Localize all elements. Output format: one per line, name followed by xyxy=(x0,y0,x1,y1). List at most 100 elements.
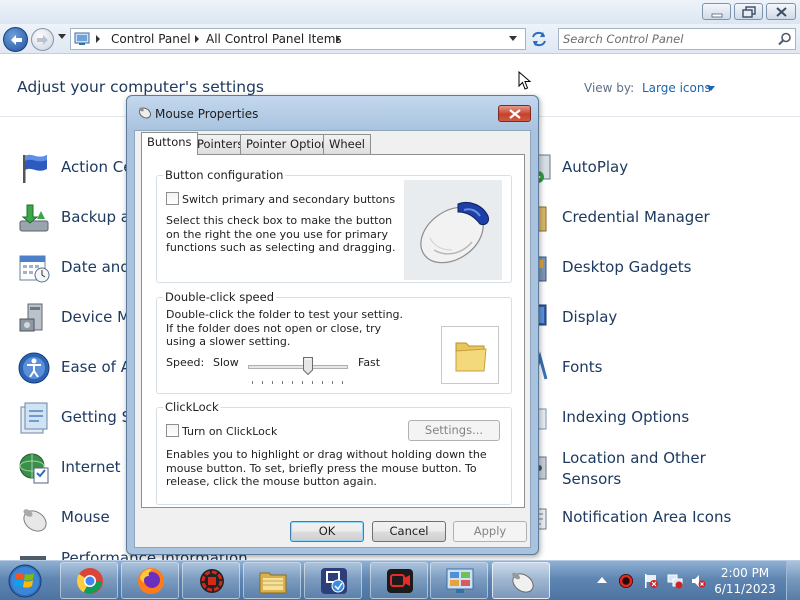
red-circle-icon[interactable] xyxy=(618,573,634,589)
breadcrumb-chevron-icon[interactable] xyxy=(96,35,101,43)
slider-ticks xyxy=(252,381,343,384)
cp-item-label: Location and Other Sensors xyxy=(562,449,706,488)
breadcrumb-chevron-icon[interactable] xyxy=(336,35,341,43)
switch-buttons-checkbox[interactable] xyxy=(166,192,179,205)
recorder-icon xyxy=(387,569,413,593)
control-panel-small-icon xyxy=(74,32,90,45)
taskbar-file-explorer[interactable] xyxy=(243,562,301,599)
double-click-speed-group: Double-click speed Double-click the fold… xyxy=(156,290,512,394)
forward-button[interactable] xyxy=(31,28,54,51)
recent-pages-dropdown-icon[interactable] xyxy=(58,34,67,40)
red-app-icon xyxy=(200,569,224,593)
slider-thumb[interactable] xyxy=(303,357,313,375)
taskbar-mouse-properties[interactable] xyxy=(492,562,550,599)
folder-icon xyxy=(455,342,487,372)
address-bar[interactable]: Control Panel All Control Panel Items xyxy=(70,28,526,50)
ok-button[interactable]: OK xyxy=(290,521,364,542)
taskbar-recorder[interactable] xyxy=(370,562,428,599)
clicklock-label[interactable]: Turn on ClickLock xyxy=(182,425,277,439)
refresh-icon xyxy=(532,31,546,47)
cancel-button[interactable]: Cancel xyxy=(372,521,446,542)
switch-buttons-label[interactable]: Switch primary and secondary buttons xyxy=(182,193,395,207)
tab-buttons[interactable]: Buttons xyxy=(141,132,198,155)
cp-item-label: Credential Manager xyxy=(562,208,710,226)
chevron-down-icon[interactable] xyxy=(707,86,715,91)
cp-item-label: AutoPlay xyxy=(562,158,629,176)
navigation-bar: Control Panel All Control Panel Items xyxy=(0,24,800,54)
minimize-icon xyxy=(711,13,723,18)
mouse-cursor-icon xyxy=(518,71,532,90)
start-button[interactable] xyxy=(6,563,44,599)
window-close-button[interactable] xyxy=(766,3,796,20)
minimize-button[interactable] xyxy=(702,3,731,20)
cp-item-label: Backup a xyxy=(61,208,130,226)
clicklock-group: ClickLock Turn on ClickLock Settings... … xyxy=(156,400,512,505)
chrome-icon xyxy=(76,568,103,594)
arrow-left-icon xyxy=(11,35,22,45)
mouse-icon xyxy=(23,509,47,532)
test-folder[interactable] xyxy=(441,326,499,384)
flag-icon[interactable] xyxy=(643,573,659,589)
search-icon[interactable] xyxy=(778,32,792,46)
cp-item-label: Internet C xyxy=(61,458,136,476)
search-input[interactable] xyxy=(563,31,773,47)
cp-item-label: Notification Area Icons xyxy=(562,508,732,526)
view-by-label: View by: xyxy=(584,81,635,95)
search-box[interactable] xyxy=(558,28,796,50)
close-icon xyxy=(776,7,787,17)
speed-label: Speed: xyxy=(166,356,205,369)
cp-item-label: Desktop Gadgets xyxy=(562,258,692,276)
cp-item-label: Action Ce xyxy=(61,158,133,176)
mouse-properties-dialog: Mouse Properties Buttons Pointers Pointe… xyxy=(126,95,539,555)
flag-icon xyxy=(23,154,47,183)
cp-item-label: Getting S xyxy=(61,408,132,426)
chevron-up-icon[interactable] xyxy=(597,576,607,584)
cp-item-label: Display xyxy=(562,308,618,326)
button-configuration-group: Button configuration Switch primary and … xyxy=(156,168,512,283)
tab-wheel[interactable]: Wheel xyxy=(323,134,372,154)
mouse-icon xyxy=(512,572,534,593)
firefox-icon xyxy=(138,568,164,594)
window-caption-bar xyxy=(0,0,800,24)
cp-item-label: Device M xyxy=(61,308,131,326)
cp-item-label: Indexing Options xyxy=(562,408,690,426)
buttons-tab-panel: Button configuration Switch primary and … xyxy=(141,154,525,508)
restore-icon xyxy=(742,6,756,18)
taskbar: 2:00 PM 6/11/2023 xyxy=(0,560,800,600)
dialog-title: Mouse Properties xyxy=(155,107,259,121)
cp-item-label: Date and xyxy=(61,258,130,276)
getting-started-icon xyxy=(20,402,48,434)
clock-date[interactable]: 6/11/2023 xyxy=(712,582,778,596)
double-click-description: Double-click the folder to test your set… xyxy=(166,308,404,348)
clock-time[interactable]: 2:00 PM xyxy=(712,566,778,580)
restore-button[interactable] xyxy=(734,3,763,20)
refresh-button[interactable] xyxy=(528,29,550,49)
clicklock-description: Enables you to highlight or drag without… xyxy=(166,448,487,488)
network-icon[interactable] xyxy=(667,573,683,589)
show-desktop-button[interactable] xyxy=(786,561,800,600)
performance-icon xyxy=(20,556,46,560)
taskbar-screen-tool[interactable] xyxy=(304,562,362,599)
taskbar-control-panel[interactable] xyxy=(430,562,488,599)
clicklock-settings-button[interactable]: Settings... xyxy=(408,420,500,441)
calendar-clock-icon xyxy=(19,255,50,283)
view-by-dropdown[interactable]: Large icons xyxy=(642,81,711,95)
dialog-close-button[interactable] xyxy=(498,105,531,122)
back-button[interactable] xyxy=(3,27,28,52)
breadcrumb-chevron-icon[interactable] xyxy=(195,35,200,43)
cp-item-label: Fonts xyxy=(562,358,603,376)
address-dropdown-icon[interactable] xyxy=(509,36,518,42)
button-config-description: Select this check box to make the button… xyxy=(166,214,396,254)
apply-button[interactable]: Apply xyxy=(453,521,527,542)
group-title: ClickLock xyxy=(163,400,221,414)
taskbar-chrome[interactable] xyxy=(60,562,118,599)
taskbar-firefox[interactable] xyxy=(121,562,179,599)
breadcrumb-all-items[interactable]: All Control Panel Items xyxy=(206,32,342,46)
volume-muted-icon[interactable] xyxy=(690,573,706,589)
double-click-speed-slider[interactable] xyxy=(248,365,348,369)
clicklock-checkbox[interactable] xyxy=(166,424,179,437)
breadcrumb-control-panel[interactable]: Control Panel xyxy=(111,32,191,46)
dialog-title-bar[interactable]: Mouse Properties xyxy=(127,96,538,130)
taskbar-red-app[interactable] xyxy=(182,562,240,599)
mouse-preview-image xyxy=(404,180,502,280)
